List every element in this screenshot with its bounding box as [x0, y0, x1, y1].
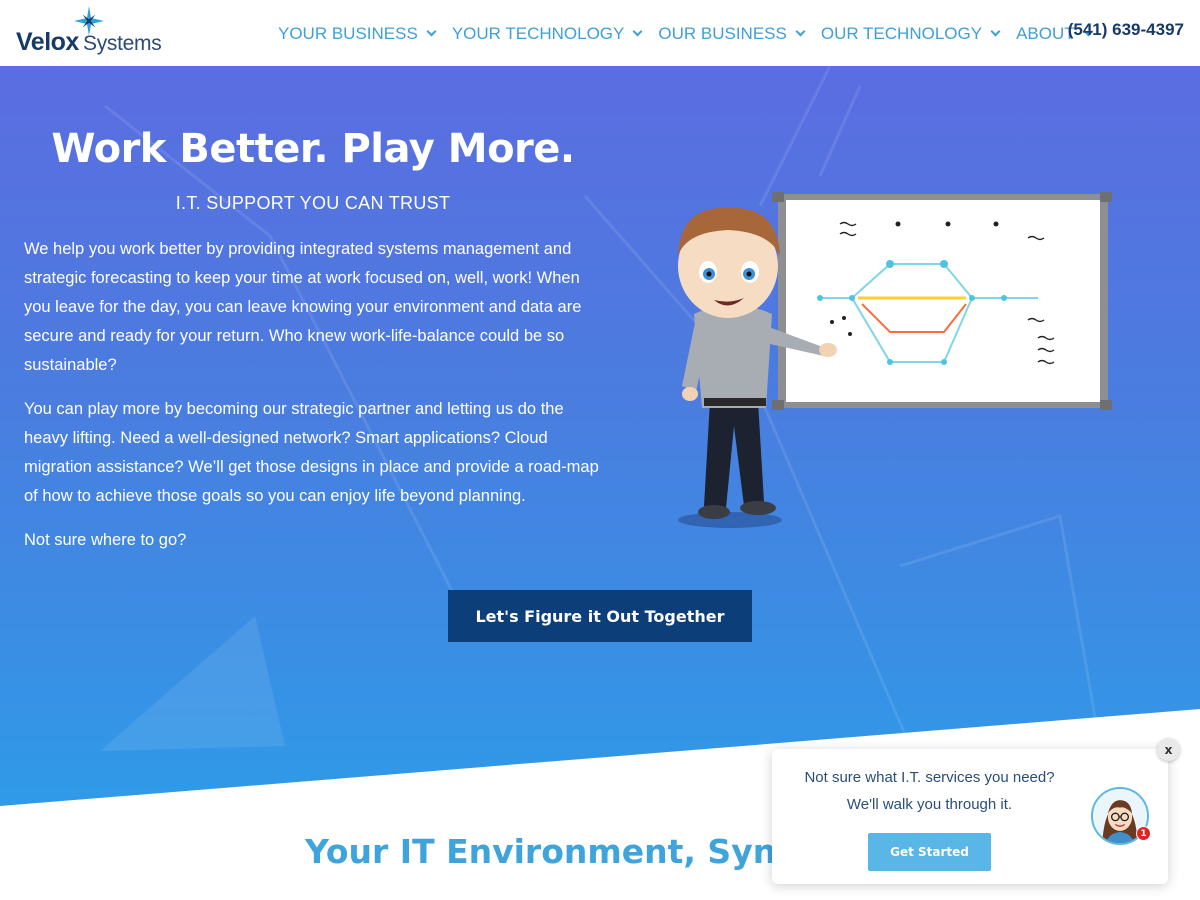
notification-badge: 1 — [1136, 826, 1151, 841]
hero-section: Work Better. Play More. I.T. SUPPORT YOU… — [0, 66, 1200, 806]
nav-label: YOUR TECHNOLOGY — [451, 24, 625, 43]
get-started-button[interactable]: Get Started — [868, 833, 991, 871]
chat-question: Not sure what I.T. services you need? — [804, 769, 1055, 786]
chevron-down-icon — [426, 26, 437, 37]
nav-your-business[interactable]: YOUR BUSINESS — [278, 22, 437, 46]
hero-angled-bottom-edge — [0, 709, 1200, 806]
section-title: Your IT Environment, Synchr — [305, 832, 836, 871]
chat-subtext: We'll walk you through it. — [846, 796, 1013, 813]
chat-widget: Not sure what I.T. services you need? We… — [772, 749, 1168, 884]
site-header: Velox Systems YOUR BUSINESS YOUR TECHNOL… — [0, 0, 1200, 66]
chevron-down-icon — [990, 26, 1001, 37]
nav-our-technology[interactable]: OUR TECHNOLOGY — [820, 22, 1001, 46]
velox-logo[interactable]: Velox Systems — [16, 6, 162, 60]
nav-our-business[interactable]: OUR BUSINESS — [658, 22, 806, 46]
nav-label: OUR BUSINESS — [658, 24, 787, 43]
chevron-down-icon — [795, 26, 806, 37]
main-nav: YOUR BUSINESS YOUR TECHNOLOGY OUR BUSINE… — [278, 22, 1109, 46]
nav-label: OUR TECHNOLOGY — [820, 24, 983, 43]
logo-primary-text: Velox — [16, 28, 79, 56]
chevron-down-icon — [632, 26, 643, 37]
logo-secondary-text: Systems — [83, 32, 162, 55]
close-chat-button[interactable]: x — [1157, 738, 1180, 761]
nav-your-technology[interactable]: YOUR TECHNOLOGY — [451, 22, 643, 46]
nav-label: YOUR BUSINESS — [278, 24, 418, 43]
phone-link[interactable]: (541) 639-4397 — [1068, 20, 1184, 40]
nav-label: ABOUT — [1016, 24, 1075, 43]
